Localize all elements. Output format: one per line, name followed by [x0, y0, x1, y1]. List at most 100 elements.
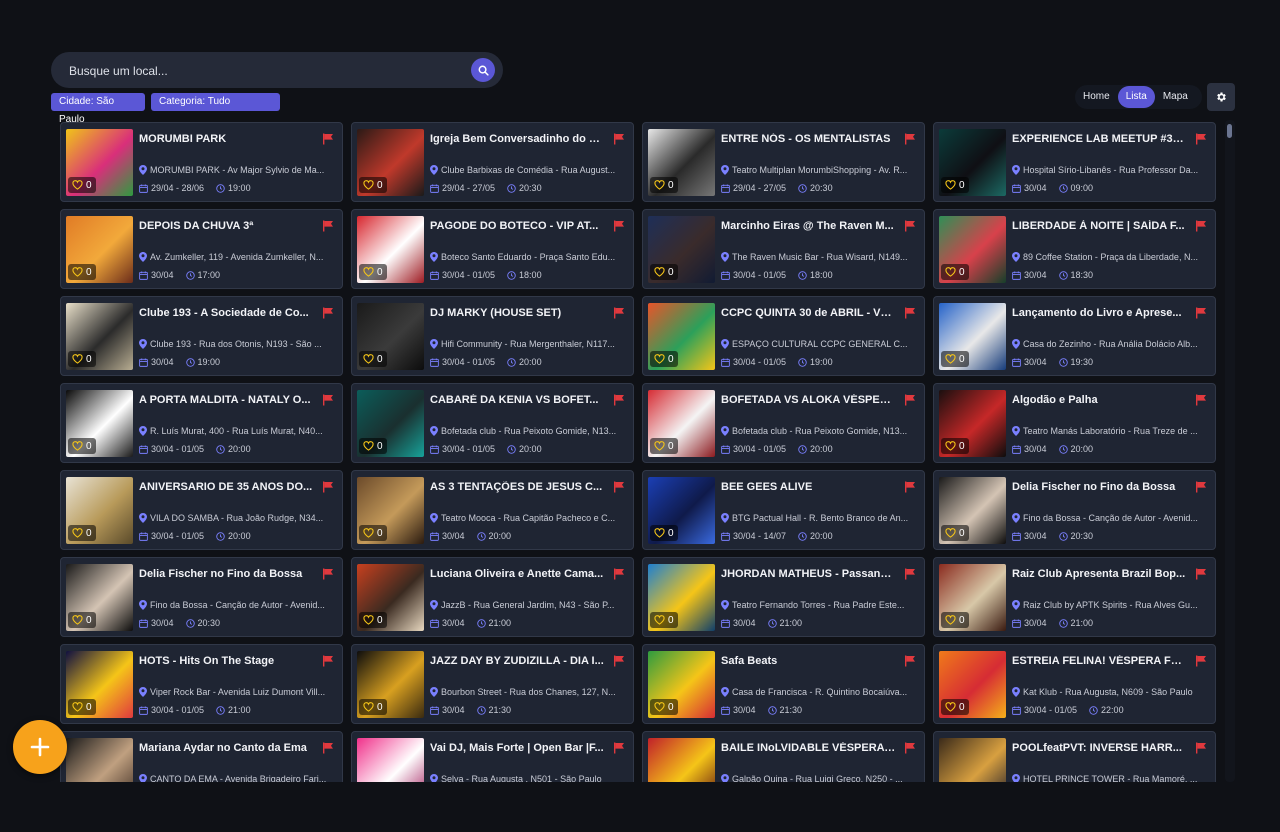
event-title[interactable]: JHORDAN MATHEUS - Passand... — [721, 568, 896, 580]
flag-icon[interactable] — [904, 220, 916, 232]
event-title[interactable]: Mariana Aydar no Canto da Ema — [139, 742, 314, 754]
event-title[interactable]: BEE GEES ALIVE — [721, 481, 896, 493]
event-card[interactable]: 0 DEPOIS DA CHUVA 3ª Av. Zumkeller, 119 - … — [60, 209, 343, 289]
event-card[interactable]: 0 BEE GEES ALIVE BTG Pactual Hall - R. Ben… — [642, 470, 925, 550]
event-thumbnail[interactable]: 0 — [939, 477, 1006, 544]
event-title[interactable]: POOLfeatPVT: INVERSE HARR... — [1012, 742, 1187, 754]
event-card[interactable]: 0 DJ MARKY (HOUSE SET) Hifi Community - Ru… — [351, 296, 634, 376]
event-thumbnail[interactable]: 0 — [939, 129, 1006, 196]
event-title[interactable]: BAILE INoLVIDABLE VÉSPERA ... — [721, 742, 896, 754]
report-flag[interactable] — [322, 480, 334, 498]
like-button[interactable]: 0 — [650, 612, 678, 628]
event-card[interactable]: 0 Algodão e Palha Teatro Manás Laboratório… — [933, 383, 1216, 463]
event-card[interactable]: 0 BAILE INoLVIDABLE VÉSPERA ... Galpão Qui… — [642, 731, 925, 782]
report-flag[interactable] — [613, 480, 625, 498]
like-button[interactable]: 0 — [941, 699, 969, 715]
report-flag[interactable] — [904, 567, 916, 585]
report-flag[interactable] — [1195, 654, 1207, 672]
like-button[interactable]: 0 — [359, 699, 387, 715]
like-button[interactable]: 0 — [941, 264, 969, 280]
event-title[interactable]: HOTS - Hits On The Stage — [139, 655, 314, 667]
report-flag[interactable] — [613, 393, 625, 411]
event-card[interactable]: 0 Mariana Aydar no Canto da Ema CANTO DA E… — [60, 731, 343, 782]
report-flag[interactable] — [322, 393, 334, 411]
report-flag[interactable] — [1195, 741, 1207, 759]
flag-icon[interactable] — [613, 220, 625, 232]
event-title[interactable]: JAZZ DAY BY ZUDIZILLA - DIA I... — [430, 655, 605, 667]
search-button[interactable] — [471, 58, 495, 82]
flag-icon[interactable] — [613, 655, 625, 667]
flag-icon[interactable] — [322, 568, 334, 580]
city-filter[interactable]: Cidade: São Paulo — [51, 93, 145, 125]
event-thumbnail[interactable]: 0 — [66, 216, 133, 283]
flag-icon[interactable] — [322, 742, 334, 754]
flag-icon[interactable] — [1195, 220, 1207, 232]
flag-icon[interactable] — [322, 394, 334, 406]
event-thumbnail[interactable]: 0 — [648, 129, 715, 196]
flag-icon[interactable] — [322, 220, 334, 232]
event-thumbnail[interactable]: 0 — [66, 303, 133, 370]
scrollbar[interactable] — [1225, 120, 1235, 782]
event-title[interactable]: Delia Fischer no Fino da Bossa — [1012, 481, 1187, 493]
report-flag[interactable] — [613, 567, 625, 585]
like-button[interactable]: 0 — [68, 177, 96, 193]
flag-icon[interactable] — [904, 655, 916, 667]
event-card[interactable]: 0 MORUMBI PARK MORUMBI PARK - Av Major Syl… — [60, 122, 343, 202]
flag-icon[interactable] — [904, 568, 916, 580]
report-flag[interactable] — [904, 654, 916, 672]
event-card[interactable]: 0 Vai DJ, Mais Forte | Open Bar |F... Selv… — [351, 731, 634, 782]
like-button[interactable]: 0 — [68, 612, 96, 628]
event-title[interactable]: DEPOIS DA CHUVA 3ª — [139, 220, 314, 232]
report-flag[interactable] — [613, 654, 625, 672]
flag-icon[interactable] — [1195, 655, 1207, 667]
event-card[interactable]: 0 JAZZ DAY BY ZUDIZILLA - DIA I... Bourbon… — [351, 644, 634, 724]
report-flag[interactable] — [1195, 306, 1207, 324]
event-thumbnail[interactable]: 0 — [648, 738, 715, 782]
report-flag[interactable] — [322, 567, 334, 585]
event-thumbnail[interactable]: 0 — [357, 216, 424, 283]
report-flag[interactable] — [322, 132, 334, 150]
like-button[interactable]: 0 — [359, 525, 387, 541]
scrollbar-thumb[interactable] — [1227, 124, 1232, 138]
event-card[interactable]: 0 ENTRE NÓS - OS MENTALISTAS Teatro Multip… — [642, 122, 925, 202]
event-title[interactable]: Marcinho Eiras @ The Raven M... — [721, 220, 896, 232]
flag-icon[interactable] — [613, 307, 625, 319]
report-flag[interactable] — [322, 654, 334, 672]
event-thumbnail[interactable]: 0 — [66, 477, 133, 544]
report-flag[interactable] — [1195, 567, 1207, 585]
flag-icon[interactable] — [322, 307, 334, 319]
event-thumbnail[interactable]: 0 — [648, 651, 715, 718]
flag-icon[interactable] — [613, 742, 625, 754]
event-thumbnail[interactable]: 0 — [66, 129, 133, 196]
like-button[interactable]: 0 — [359, 351, 387, 367]
report-flag[interactable] — [904, 219, 916, 237]
like-button[interactable]: 0 — [359, 438, 387, 454]
like-button[interactable]: 0 — [650, 699, 678, 715]
flag-icon[interactable] — [904, 307, 916, 319]
search-input[interactable] — [67, 60, 451, 82]
flag-icon[interactable] — [904, 742, 916, 754]
flag-icon[interactable] — [1195, 568, 1207, 580]
event-thumbnail[interactable]: 0 — [648, 390, 715, 457]
flag-icon[interactable] — [1195, 394, 1207, 406]
event-card[interactable]: 0 PAGODE DO BOTECO - VIP AT... Boteco Sant… — [351, 209, 634, 289]
like-button[interactable]: 0 — [359, 264, 387, 280]
like-button[interactable]: 0 — [650, 438, 678, 454]
like-button[interactable]: 0 — [68, 264, 96, 280]
report-flag[interactable] — [1195, 132, 1207, 150]
like-button[interactable]: 0 — [650, 525, 678, 541]
report-flag[interactable] — [613, 219, 625, 237]
event-title[interactable]: Safa Beats — [721, 655, 896, 667]
event-title[interactable]: AS 3 TENTAÇÕES DE JESUS C... — [430, 481, 605, 493]
like-button[interactable]: 0 — [650, 351, 678, 367]
flag-icon[interactable] — [904, 133, 916, 145]
event-thumbnail[interactable]: 0 — [939, 390, 1006, 457]
like-button[interactable]: 0 — [359, 177, 387, 193]
like-button[interactable]: 0 — [68, 438, 96, 454]
event-card[interactable]: 0 CCPC QUINTA 30 de ABRIL - VE... ESPAÇO C… — [642, 296, 925, 376]
event-thumbnail[interactable]: 0 — [648, 303, 715, 370]
like-button[interactable]: 0 — [941, 438, 969, 454]
event-title[interactable]: BOFETADA VS ALOKA VÉSPER... — [721, 394, 896, 406]
flag-icon[interactable] — [1195, 742, 1207, 754]
event-thumbnail[interactable]: 0 — [66, 564, 133, 631]
